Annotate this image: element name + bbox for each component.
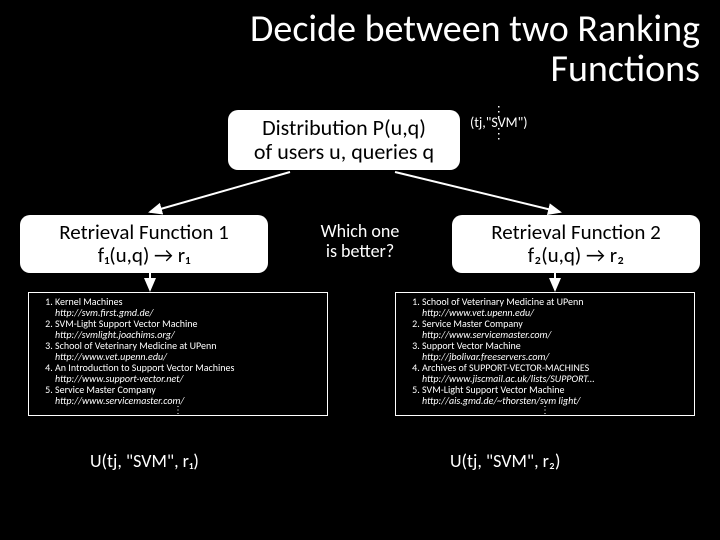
rf1-line2: f₁(u,q) → r₁	[34, 244, 254, 267]
retrieval-function-2-box: Retrieval Function 2 f₂(u,q) → r₂	[452, 215, 700, 273]
result-item: School of Veterinary Medicine at UPennht…	[55, 341, 321, 362]
vdots-icon: ⋮	[470, 130, 528, 137]
utility-1: U(tj, "SVM", r₁)	[90, 450, 199, 472]
result-item: School of Veterinary Medicine at UPennht…	[422, 297, 688, 318]
rf1-line1: Retrieval Function 1	[34, 221, 254, 244]
result-url: http://www.servicemaster.com/	[55, 396, 321, 407]
utility-2: U(tj, "SVM", r₂)	[450, 450, 560, 472]
result-item: Support Vector Machinehttp://jbolivar.fr…	[422, 341, 688, 362]
results-list-2: School of Veterinary Medicine at UPennht…	[395, 292, 695, 416]
retrieval-function-1-box: Retrieval Function 1 f₁(u,q) → r₁	[20, 215, 268, 273]
distribution-line2: of users u, queries q	[242, 140, 446, 164]
mid-line1: Which one	[295, 222, 425, 242]
distribution-line1: Distribution P(u,q)	[242, 116, 446, 140]
result-item: SVM-Light Support Vector Machinehttp://s…	[55, 319, 321, 340]
results-list-1: Kernel Machineshttp://svm.first.gmd.de/S…	[28, 292, 328, 416]
rf2-line1: Retrieval Function 2	[466, 221, 686, 244]
distribution-box: Distribution P(u,q) of users u, queries …	[228, 110, 460, 170]
comparison-question: Which one is better?	[295, 222, 425, 262]
result-url: http://ais.gmd.de/~thorsten/svm light/	[422, 396, 688, 407]
rf2-line2: f₂(u,q) → r₂	[466, 244, 686, 267]
result-item: Archives of SUPPORT-VECTOR-MACHINEShttp:…	[422, 363, 688, 384]
mid-line2: is better?	[295, 242, 425, 262]
result-item: Service Master Companyhttp://www.service…	[55, 385, 321, 406]
result-item: Kernel Machineshttp://svm.first.gmd.de/	[55, 297, 321, 318]
result-item: SVM-Light Support Vector Machinehttp://a…	[422, 385, 688, 406]
result-item: An Introduction to Support Vector Machin…	[55, 363, 321, 384]
sample-draw: ⋮ (tj,"SVM") ⋮	[470, 108, 528, 137]
vdots-icon: ⋮	[402, 407, 688, 415]
vdots-icon: ⋮	[35, 407, 321, 415]
result-item: Service Master Companyhttp://www.service…	[422, 319, 688, 340]
slide-title: Decide between two Ranking Functions	[100, 10, 700, 90]
